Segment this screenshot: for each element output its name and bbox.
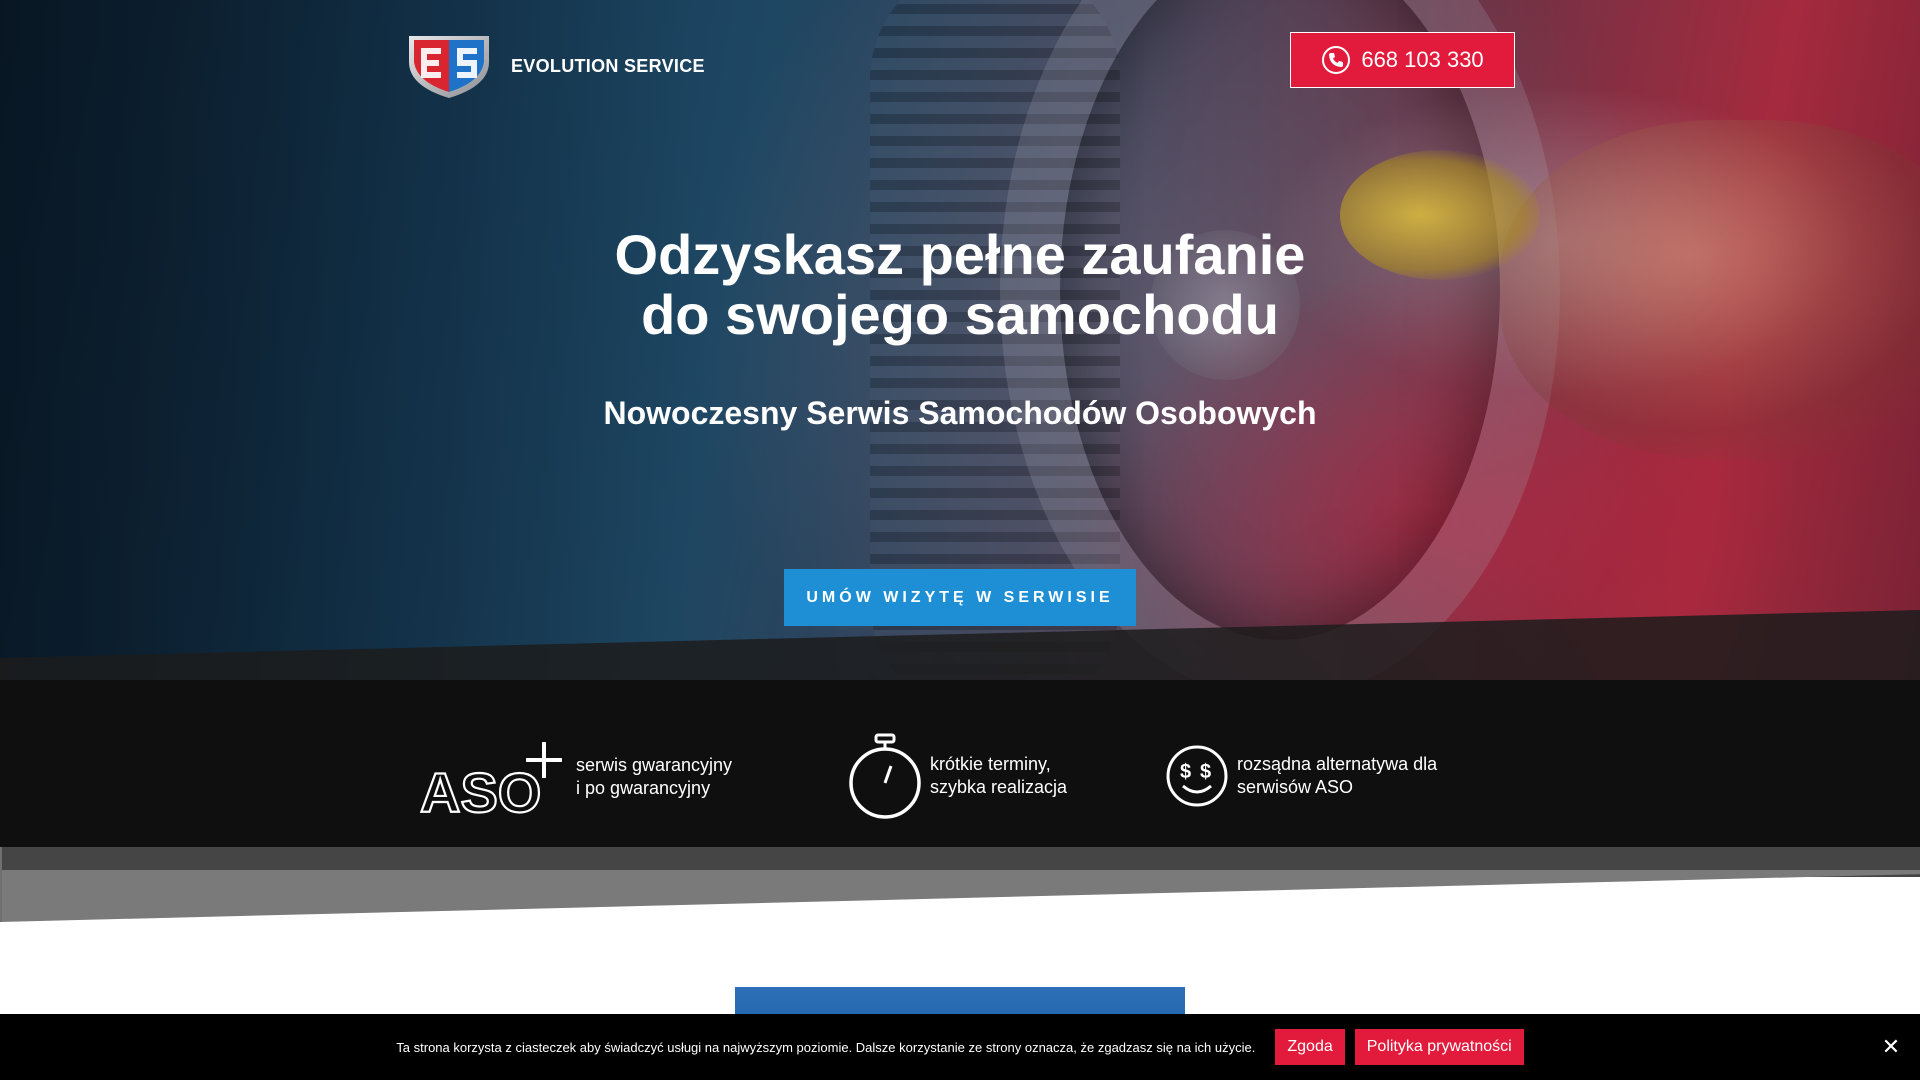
hero-headline-line1: Odzyskasz pełne zaufanie: [614, 223, 1306, 286]
feature-aso-text: serwis gwarancyjny i po gwarancyjny: [576, 754, 732, 800]
brand-name: EVOLUTION SERVICE: [511, 55, 705, 76]
aso-plus-icon: ASO: [419, 742, 562, 816]
svg-text:ASO: ASO: [420, 761, 541, 816]
feature-aso: ASO serwis gwarancyjny i po gwarancyjny: [418, 738, 732, 816]
cookie-accept-button[interactable]: Zgoda: [1275, 1029, 1345, 1065]
feature-price-line2: serwisów ASO: [1237, 777, 1354, 797]
feature-price-line1: rozsądna alternatywa dla: [1237, 754, 1438, 774]
svg-text:$: $: [1180, 761, 1191, 783]
hero-headline: Odzyskasz pełne zaufanie do swojego samo…: [0, 225, 1920, 345]
phone-button[interactable]: 668 103 330: [1290, 32, 1515, 88]
feature-speed-line2: szybka realizacja: [930, 777, 1068, 797]
phone-number: 668 103 330: [1361, 47, 1484, 72]
stopwatch-icon: [849, 733, 921, 819]
feature-aso-line1: serwis gwarancyjny: [576, 755, 733, 775]
close-icon[interactable]: ✕: [1878, 1034, 1904, 1060]
feature-aso-line2: i po gwarancyjny: [576, 778, 711, 798]
hero-headline-line2: do swojego samochodu: [641, 283, 1279, 346]
feature-price: $ $ rozsądna alternatywa dla serwisów AS…: [1165, 744, 1437, 808]
divider-gray-wedge: [0, 870, 1920, 922]
shield-logo-icon: [409, 36, 489, 98]
phone-icon: [1322, 46, 1351, 74]
site-logo[interactable]: EVOLUTION SERVICE: [405, 32, 705, 100]
feature-speed: krótkie terminy, szybka realizacja: [848, 733, 1067, 819]
privacy-policy-button[interactable]: Polityka prywatności: [1354, 1029, 1524, 1065]
feature-speed-line1: krótkie terminy,: [930, 754, 1051, 774]
cookie-bar: Ta strona korzysta z ciasteczek aby świa…: [0, 1014, 1920, 1080]
feature-speed-text: krótkie terminy, szybka realizacja: [930, 753, 1067, 799]
divider-edge: [0, 847, 2, 922]
dollar-smile-icon: $ $: [1166, 745, 1228, 807]
hero-subheadline: Nowoczesny Serwis Samochodów Osobowych: [603, 395, 1317, 431]
svg-text:$: $: [1200, 761, 1211, 783]
book-visit-button[interactable]: UMÓW WIZYTĘ W SERWISIE: [784, 569, 1136, 626]
cookie-text: Ta strona korzysta z ciasteczek aby świa…: [396, 1039, 1256, 1055]
feature-price-text: rozsądna alternatywa dla serwisów ASO: [1237, 753, 1437, 799]
